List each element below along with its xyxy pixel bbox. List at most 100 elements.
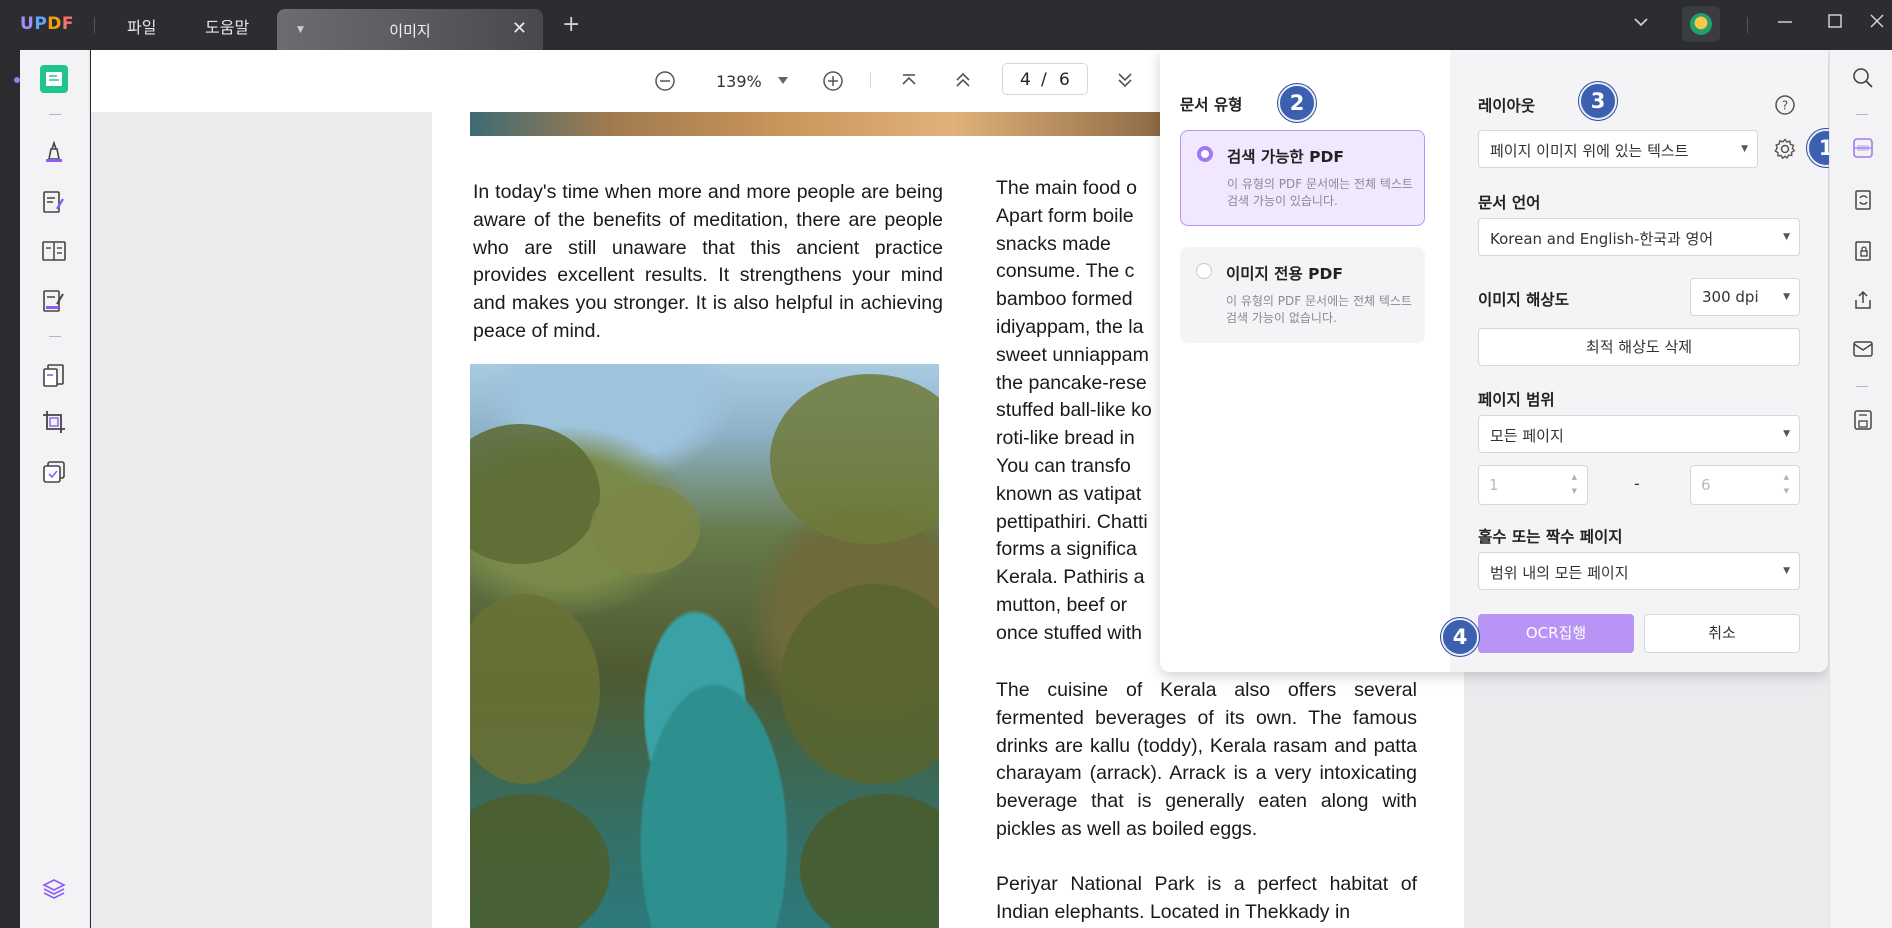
divider [1856,386,1868,387]
text-line: You can transfo [996,454,1131,477]
option-searchable-pdf[interactable]: 검색 가능한 PDF 이 유형의 PDF 문서에는 전체 텍스트 검색 가능이 … [1180,130,1425,226]
layout-select[interactable]: 페이지 이미지 위에 있는 텍스트 ▼ [1478,130,1758,168]
zoom-in-icon[interactable] [822,70,844,92]
previous-page-icon[interactable] [953,70,973,90]
range-from-input[interactable]: 1 ▲ ▼ [1478,465,1588,505]
protect-icon[interactable] [1852,240,1874,262]
account-button[interactable] [1682,6,1720,42]
odd-even-select[interactable]: 범위 내의 모든 페이지 ▼ [1478,552,1800,590]
layout-label: 레이아웃 [1478,97,1536,115]
page-view-icon[interactable] [41,238,67,264]
page-range-label: 페이지 범위 [1478,391,1555,409]
zoom-dropdown-icon[interactable] [778,77,788,85]
option-desc: 이 유형의 PDF 문서에는 전체 텍스트 검색 가능이 없습니다. [1226,294,1412,325]
text-line: Kerala. Pathiris a [996,566,1145,589]
tab-label: 이미지 [389,22,431,40]
spin-up-icon[interactable]: ▲ [1784,473,1789,481]
zoom-level[interactable]: 139% [716,72,762,91]
first-page-icon[interactable] [899,71,919,91]
odd-even-label: 홀수 또는 짝수 페이지 [1478,528,1623,546]
option-title: 이미지 전용 PDF [1226,265,1343,283]
divider [1747,17,1748,33]
page-separator: / [1041,70,1047,90]
chevron-down-icon: ▼ [1783,232,1790,242]
resolution-select[interactable]: 300 dpi ▼ [1690,278,1800,316]
language-select[interactable]: Korean and English-한국과 영어 ▼ [1478,218,1800,256]
reader-icon[interactable] [39,64,69,94]
radio-searchable[interactable] [1197,146,1213,162]
text-line: Apart form boile [996,204,1134,227]
tab-close-icon[interactable]: ✕ [512,18,527,39]
option-image-only-pdf[interactable]: 이미지 전용 PDF 이 유형의 PDF 문서에는 전체 텍스트 검색 가능이 … [1180,247,1425,343]
text-line: the pancake-rese [996,371,1147,394]
document-tab[interactable]: ▼ 이미지 ✕ [277,9,543,50]
app-logo: UPDF [20,14,75,34]
chevron-down-icon: ▼ [1741,144,1748,154]
right-paragraph-3: Periyar National Park is a perfect habit… [996,873,1417,923]
right-paragraph-2: The cuisine of Kerala also offers severa… [996,679,1417,840]
zoom-out-icon[interactable] [654,70,676,92]
layout-value: 페이지 이미지 위에 있는 텍스트 [1490,142,1689,160]
new-tab-icon[interactable]: + [562,12,580,37]
text-line: idiyappam, the la [996,315,1144,338]
step-badge-3: 3 [1579,82,1617,120]
text-line: roti-like bread in [996,427,1135,450]
close-window-icon[interactable] [1868,12,1886,34]
text-line: pettipathiri. Chatti [996,510,1148,533]
edit-pdf-icon[interactable] [41,189,67,215]
divider [94,17,95,33]
divider [49,114,61,115]
comment-icon[interactable] [41,139,67,165]
perform-ocr-button[interactable]: OCR집행 [1478,614,1634,653]
text-line: snacks made [996,232,1111,255]
text-line: once stuffed with [996,621,1142,644]
range-to-input[interactable]: 6 ▲ ▼ [1690,465,1800,505]
svg-text:?: ? [1782,99,1788,113]
resolution-label: 이미지 해상도 [1478,291,1569,309]
cancel-button[interactable]: 취소 [1644,614,1800,653]
doc-type-label: 문서 유형 [1180,96,1243,114]
form-icon[interactable] [41,288,67,314]
title-bar: UPDF 파일 도움말 ▼ 이미지 ✕ + [0,0,1892,50]
gear-icon[interactable] [1773,137,1797,161]
step-badge-4: 4 [1441,618,1479,656]
text-line: known as vatipat [996,482,1142,505]
chevron-down-icon: ▼ [1783,292,1790,302]
share-icon[interactable] [1852,289,1874,311]
range-dash: - [1634,474,1640,493]
layers-icon[interactable] [41,876,67,902]
right-toolbar [1829,50,1892,928]
search-icon[interactable] [1852,67,1874,89]
chevron-down-icon[interactable] [1632,13,1650,35]
minimize-icon[interactable] [1776,12,1794,34]
spin-down-icon[interactable]: ▼ [1784,487,1789,495]
spin-up-icon[interactable]: ▲ [1572,473,1577,481]
help-icon[interactable]: ? [1774,94,1796,116]
maximize-icon[interactable] [1826,12,1844,34]
tropical-river-photo [470,364,939,928]
range-to-value: 6 [1701,476,1711,494]
menu-file[interactable]: 파일 [127,14,156,38]
mail-icon[interactable] [1852,338,1874,360]
page-number-box[interactable]: 4 / 6 [1002,63,1088,95]
ocr-icon[interactable] [1852,137,1874,159]
text-line: mutton, beef or [996,593,1128,616]
save-icon[interactable] [1852,409,1874,431]
step-badge-2: 2 [1278,84,1316,122]
page-range-select[interactable]: 모든 페이지 ▼ [1478,415,1800,453]
text-line: bamboo formed [996,288,1133,311]
batch-icon[interactable] [41,459,67,485]
avatar [1690,13,1712,35]
detect-resolution-button[interactable]: 최적 해상도 삭제 [1478,328,1800,366]
text-line: The main food o [996,177,1137,199]
odd-even-value: 범위 내의 모든 페이지 [1490,564,1629,582]
organize-pages-icon[interactable] [41,362,67,388]
page-current[interactable]: 4 [1020,70,1031,90]
convert-icon[interactable] [1852,189,1874,211]
menu-help[interactable]: 도움말 [205,14,249,38]
radio-image-only[interactable] [1196,263,1212,279]
next-page-icon[interactable] [1115,70,1135,90]
crop-icon[interactable] [41,409,67,435]
spin-down-icon[interactable]: ▼ [1572,487,1577,495]
chevron-down-icon: ▼ [1783,566,1790,576]
